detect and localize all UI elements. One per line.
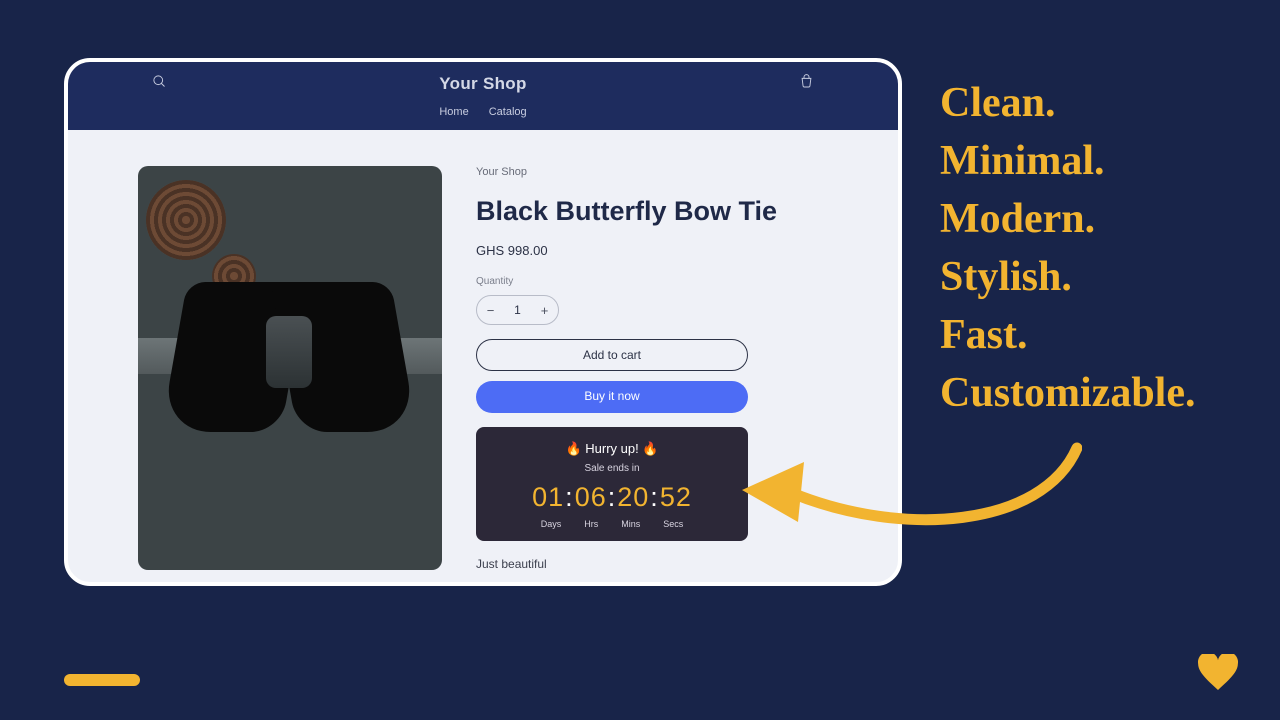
product-title: Black Butterfly Bow Tie (476, 196, 828, 227)
quantity-decrease-button[interactable]: − (477, 303, 504, 318)
marketing-line: Stylish. (940, 248, 1196, 306)
share-icon (476, 586, 487, 587)
marketing-line: Modern. (940, 190, 1196, 248)
main-nav: Home Catalog (68, 106, 898, 118)
marketing-line: Fast. (940, 306, 1196, 364)
countdown-box: 🔥 Hurry up! 🔥 Sale ends in 01:06:20:52 D… (476, 427, 748, 541)
countdown-label-mins: Mins (621, 519, 640, 529)
countdown-labels: Days Hrs Mins Secs (486, 519, 738, 529)
countdown-label-days: Days (541, 519, 562, 529)
decor-bow-knot (266, 316, 312, 388)
add-to-cart-button[interactable]: Add to cart (476, 339, 748, 371)
quantity-stepper[interactable]: − 1 + (476, 295, 559, 325)
vendor-name: Your Shop (476, 166, 828, 178)
countdown-secs: 52 (660, 482, 692, 512)
quantity-value: 1 (504, 303, 531, 317)
countdown-days: 01 (532, 482, 564, 512)
accent-pill (64, 674, 140, 686)
product-info: Your Shop Black Butterfly Bow Tie GHS 99… (476, 166, 828, 586)
countdown-mins: 20 (617, 482, 649, 512)
countdown-digits: 01:06:20:52 (486, 482, 738, 513)
shop-name: Your Shop (68, 74, 898, 94)
marketing-line: Customizable. (940, 364, 1196, 422)
countdown-label-secs: Secs (663, 519, 683, 529)
store-header: Your Shop Home Catalog (68, 62, 898, 130)
nav-catalog[interactable]: Catalog (489, 106, 527, 118)
countdown-headline: 🔥 Hurry up! 🔥 (486, 441, 738, 457)
marketing-line: Minimal. (940, 132, 1196, 190)
search-icon[interactable] (152, 74, 167, 89)
product-description: Just beautiful (476, 557, 828, 571)
countdown-hrs: 06 (575, 482, 607, 512)
quantity-increase-button[interactable]: + (531, 303, 558, 318)
quantity-label: Quantity (476, 276, 828, 287)
nav-home[interactable]: Home (439, 106, 468, 118)
product-image (138, 166, 442, 570)
share-button[interactable]: Share (476, 585, 828, 586)
share-label: Share (493, 585, 522, 586)
marketing-copy: Clean. Minimal. Modern. Stylish. Fast. C… (940, 74, 1196, 422)
product-price: GHS 998.00 (476, 243, 828, 258)
cart-icon[interactable] (799, 74, 814, 89)
countdown-label-hrs: Hrs (584, 519, 598, 529)
buy-now-button[interactable]: Buy it now (476, 381, 748, 413)
marketing-line: Clean. (940, 74, 1196, 132)
app-screenshot-card: Your Shop Home Catalog Your Shop Black B… (64, 58, 902, 586)
decor-ball (146, 180, 226, 260)
product-body: Your Shop Black Butterfly Bow Tie GHS 99… (68, 130, 898, 586)
countdown-subline: Sale ends in (486, 463, 738, 474)
heart-icon (1198, 654, 1238, 690)
